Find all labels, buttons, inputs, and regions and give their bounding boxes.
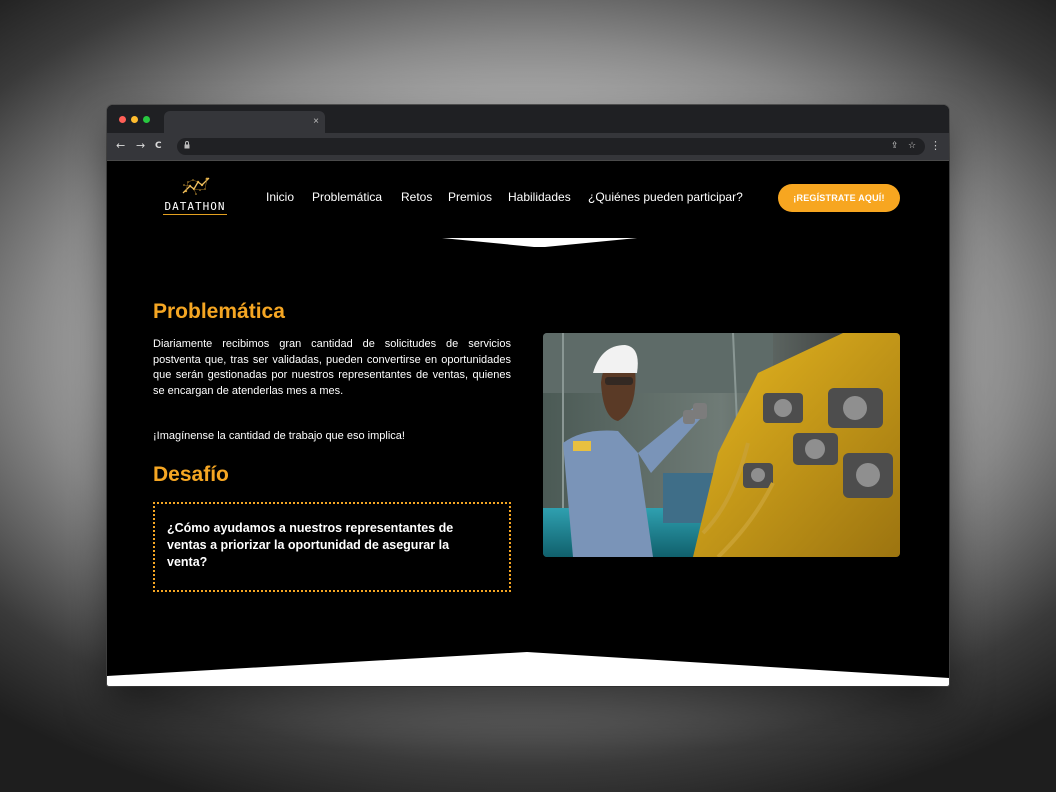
- logo-text: DATATHON: [164, 200, 226, 213]
- problem-title: Problemática: [153, 300, 285, 323]
- title-bar: ×: [107, 105, 949, 133]
- close-icon[interactable]: ×: [313, 115, 319, 129]
- address-bar[interactable]: ⇪ ☆: [177, 138, 925, 155]
- nav-link-premios[interactable]: Premios: [448, 190, 492, 204]
- challenge-title: Desafío: [153, 463, 229, 486]
- menu-dots-icon[interactable]: ⋮: [930, 138, 941, 154]
- engineer-photo: [543, 333, 900, 557]
- logo-chart-icon: [182, 177, 210, 195]
- engineer-photo-illustration: [543, 333, 900, 557]
- nav-link-retos[interactable]: Retos: [401, 190, 432, 204]
- share-icon[interactable]: ⇪: [891, 141, 899, 152]
- star-icon[interactable]: ☆: [908, 141, 916, 152]
- maximize-window-button[interactable]: [143, 116, 150, 123]
- problem-paragraph: Diariamente recibimos gran cantidad de s…: [153, 338, 511, 397]
- datathon-logo[interactable]: DATATHON: [153, 175, 237, 215]
- forward-arrow-icon[interactable]: →: [136, 138, 145, 154]
- minimize-window-button[interactable]: [131, 116, 138, 123]
- close-window-button[interactable]: [119, 116, 126, 123]
- register-button[interactable]: ¡REGÍSTRATE AQUÍ!: [778, 184, 900, 212]
- challenge-question: ¿Cómo ayudamos a nuestros representantes…: [167, 521, 454, 569]
- section-divider-chevron: [442, 238, 637, 247]
- back-arrow-icon[interactable]: ←: [116, 138, 125, 154]
- page-viewport: DATATHON Inicio Problemática Retos Premi…: [107, 161, 949, 686]
- reload-icon[interactable]: C: [155, 138, 162, 154]
- nav-link-habilidades[interactable]: Habilidades: [508, 190, 571, 204]
- logo-underline: [163, 214, 227, 215]
- browser-window: × ← → C ⇪ ☆ ⋮ DATATHON Inicio Problemáti…: [107, 105, 949, 686]
- nav-link-quienes-pueden-participar[interactable]: ¿Quiénes pueden participar?: [588, 190, 743, 204]
- nav-link-problematica[interactable]: Problemática: [312, 190, 382, 204]
- nav-link-inicio[interactable]: Inicio: [266, 190, 294, 204]
- challenge-box: ¿Cómo ayudamos a nuestros representantes…: [153, 502, 511, 592]
- browser-tab[interactable]: ×: [164, 111, 325, 133]
- problem-exclamation: ¡Imagínense la cantidad de trabajo que e…: [153, 430, 405, 442]
- section-divider-bottom: [107, 652, 949, 686]
- browser-toolbar: ← → C ⇪ ☆ ⋮: [107, 133, 949, 161]
- lock-icon: [184, 141, 190, 152]
